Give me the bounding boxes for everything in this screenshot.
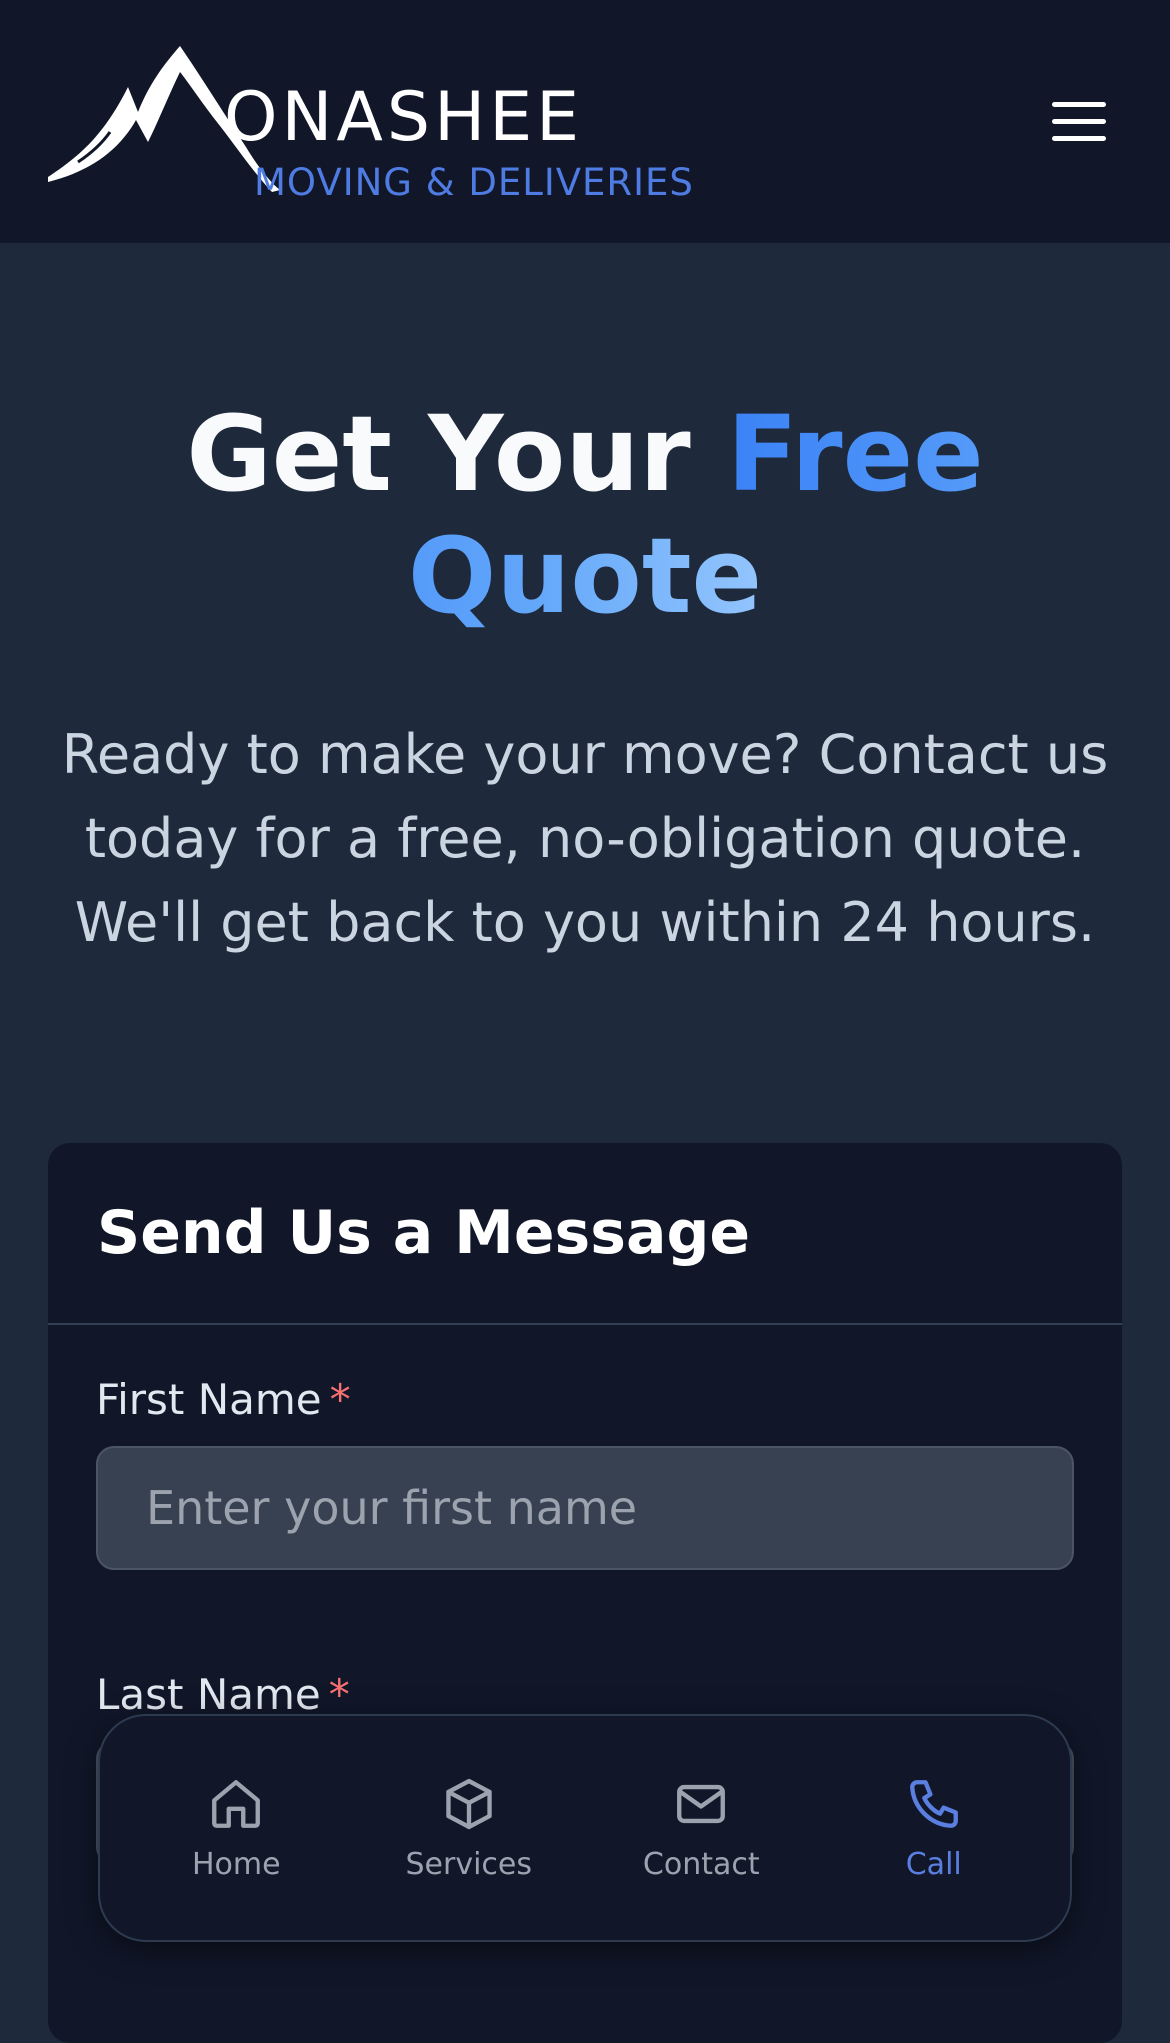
first-name-input[interactable]: [96, 1446, 1074, 1570]
hero-description: Ready to make your move? Contact us toda…: [61, 723, 1109, 954]
nav-item-home[interactable]: Home: [136, 1775, 336, 1882]
logo-tagline: MOVING & DELIVERIES: [254, 160, 694, 204]
hero-section: Get Your Free Quote Ready to make your m…: [0, 243, 1170, 965]
page-title: Get Your Free Quote: [0, 393, 1170, 637]
title-prefix: Get Your: [186, 393, 691, 515]
box-icon: [446, 1778, 492, 1829]
menu-line-icon: [1052, 119, 1106, 124]
card-header: Send Us a Message: [48, 1143, 1122, 1325]
bottom-navigation: Home Services Contact Call: [98, 1714, 1072, 1942]
first-name-label: First Name *: [96, 1375, 1074, 1424]
nav-label-call: Call: [905, 1846, 962, 1882]
first-name-field: First Name *: [48, 1375, 1122, 1570]
nav-label-home: Home: [191, 1846, 281, 1882]
menu-line-icon: [1052, 136, 1106, 141]
nav-item-contact[interactable]: Contact: [601, 1775, 801, 1882]
phone-icon: [909, 1779, 958, 1828]
form-title: Send Us a Message: [97, 1198, 751, 1268]
menu-line-icon: [1052, 102, 1106, 107]
site-header: ONASHEE MOVING & DELIVERIES: [0, 0, 1170, 243]
logo[interactable]: ONASHEE MOVING & DELIVERIES: [48, 42, 693, 202]
mail-icon: [677, 1784, 726, 1823]
nav-label-services: Services: [405, 1846, 532, 1882]
home-icon: [212, 1779, 261, 1828]
first-name-label-text: First Name: [96, 1375, 322, 1424]
logo-wordmark: ONASHEE: [224, 77, 584, 157]
hamburger-menu-button[interactable]: [1044, 87, 1114, 157]
required-mark: *: [328, 1670, 350, 1719]
last-name-label: Last Name *: [96, 1670, 1074, 1719]
nav-item-services[interactable]: Services: [369, 1775, 569, 1882]
required-mark: *: [329, 1375, 351, 1424]
nav-label-contact: Contact: [642, 1846, 760, 1882]
last-name-label-text: Last Name: [96, 1670, 321, 1719]
nav-item-call[interactable]: Call: [834, 1775, 1034, 1882]
